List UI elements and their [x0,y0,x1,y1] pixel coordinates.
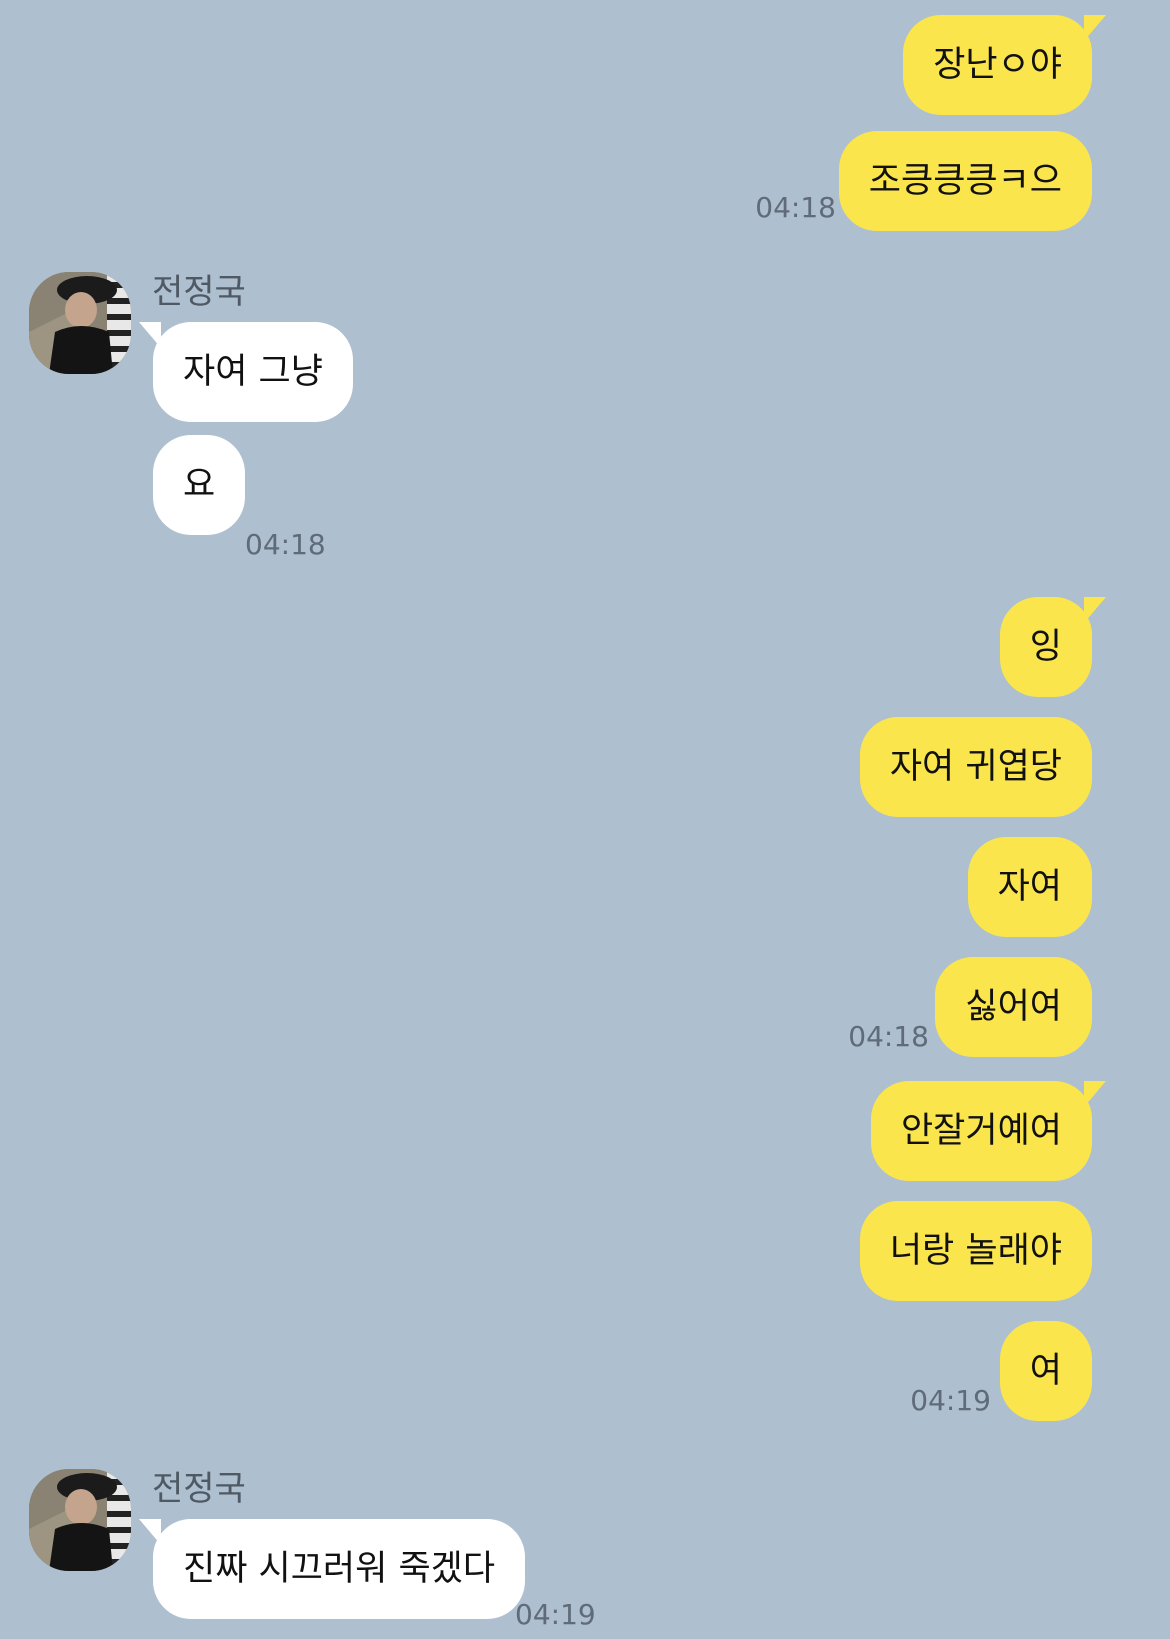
message-text: 장난ㅇ야 [933,45,1062,85]
sender-name: 전정국 [152,272,246,312]
bubble-tail [1084,597,1106,623]
my-message-bubble[interactable]: 장난ㅇ야 [903,15,1106,115]
message-text: 자여 [997,867,1062,907]
profile-photo-icon [29,1469,131,1571]
my-message-bubble[interactable]: 싫어여 [935,957,1092,1057]
message-text: 너랑 놀래야 [889,1231,1062,1271]
my-message-bubble[interactable]: 잉 [999,597,1106,697]
my-message-bubble[interactable]: 너랑 놀래야 [859,1201,1092,1301]
other-message-bubble[interactable]: 진짜 시끄러워 죽겠다 [139,1519,526,1619]
message-text: 싫어여 [965,987,1062,1027]
message-timestamp: 04:19 [910,1384,991,1417]
bubble-tail [1084,15,1106,41]
chat-view: 장난ㅇ야 조킁킁킁ㅋ으 04:18 전정국 자여 그냥 요 04:18 잉 자여… [0,0,1170,1639]
message-text: 자여 귀엽당 [889,747,1062,787]
my-message-bubble[interactable]: 조킁킁킁ㅋ으 [838,131,1092,231]
sender-avatar[interactable] [29,272,131,374]
message-timestamp: 04:18 [755,191,836,224]
profile-photo-icon [29,272,131,374]
sender-name: 전정국 [152,1469,246,1509]
message-text: 조킁킁킁ㅋ으 [868,161,1062,201]
my-message-bubble[interactable]: 자여 귀엽당 [859,717,1092,817]
my-message-bubble[interactable]: 여 [999,1321,1092,1421]
message-text: 잉 [1029,627,1062,667]
bubble-tail [139,322,161,348]
other-message-bubble[interactable]: 자여 그냥 [139,322,353,422]
message-text: 진짜 시끄러워 죽겠다 [183,1549,496,1589]
message-timestamp: 04:19 [515,1598,596,1631]
message-text: 안잘거예여 [900,1111,1062,1151]
message-timestamp: 04:18 [848,1020,929,1053]
sender-avatar[interactable] [29,1469,131,1571]
bubble-tail [1084,1081,1106,1107]
other-message-bubble[interactable]: 요 [153,435,246,535]
message-text: 요 [183,465,216,505]
message-timestamp: 04:18 [245,528,326,561]
message-text: 여 [1029,1351,1062,1391]
bubble-tail [139,1519,161,1545]
my-message-bubble[interactable]: 자여 [967,837,1092,937]
my-message-bubble[interactable]: 안잘거예여 [870,1081,1106,1181]
message-text: 자여 그냥 [183,352,323,392]
